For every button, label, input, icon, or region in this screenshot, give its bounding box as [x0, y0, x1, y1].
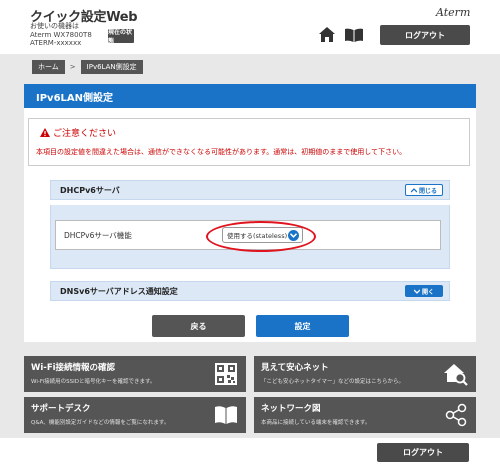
tile-wifi-info-subtitle: Wi-Fi接続用のSSIDと暗号化キーを確認できます。: [31, 379, 156, 385]
breadcrumb-current: IPv6LAN側設定: [80, 60, 143, 74]
close-section-label: 閉じる: [418, 187, 437, 195]
manual-book-icon[interactable]: [345, 28, 363, 42]
page-title: IPv6LAN側設定: [24, 84, 476, 108]
qr-code-icon: [215, 363, 237, 385]
tile-support-desk-subtitle: Q&A、機能別設定ガイドなどの情報をご覧になれます。: [31, 420, 170, 426]
caution-text: 本項目の設定値を間違えた場合は、通信ができなくなる可能性があります。通常は、初期…: [36, 148, 407, 156]
tile-wifi-info[interactable]: Wi-Fi接続情報の確認 Wi-Fi接続用のSSIDと暗号化キーを確認できます。: [24, 356, 246, 392]
header: クイック設定Web お使いの機器は Aterm WX7800T8 ATERM-x…: [0, 0, 500, 54]
section-dns-title: DNSv6サーバアドレス通知設定: [60, 286, 178, 296]
tile-network-map[interactable]: ネットワーク図 本商品に接続している端末を確認できます。: [254, 397, 476, 433]
section-dhcpv6-header: DHCPv6サーバ 閉じる: [50, 180, 450, 200]
device-info-name: ATERM-xxxxxx: [30, 39, 82, 47]
current-status-button[interactable]: 現在の状態: [108, 29, 134, 45]
tile-safety-net-title: 見えて安心ネット: [261, 363, 329, 373]
logout-button-top[interactable]: ログアウト: [380, 25, 470, 45]
caution-title: ご注意ください: [40, 126, 116, 139]
chevron-down-icon: [413, 289, 420, 294]
warning-icon: [40, 128, 50, 137]
caution-title-text: ご注意ください: [53, 129, 117, 139]
device-info-line1: お使いの機器は: [30, 22, 79, 30]
highlight-ring: [206, 221, 316, 252]
tile-wifi-info-title: Wi-Fi接続情報の確認: [31, 363, 116, 373]
breadcrumb-home[interactable]: ホーム: [32, 60, 65, 74]
device-info-model: Aterm WX7800T8: [30, 30, 92, 39]
breadcrumb-separator: >: [69, 63, 76, 71]
chevron-up-icon: [410, 187, 417, 192]
tile-network-map-subtitle: 本商品に接続している端末を確認できます。: [261, 420, 371, 426]
close-section-button[interactable]: 閉じる: [405, 184, 443, 196]
tile-safety-net-subtitle: 「こども安心ネットタイマー」などの設定はこちらから。: [261, 379, 405, 385]
logout-button-bottom[interactable]: ログアウト: [377, 443, 469, 462]
open-section-label: 開く: [421, 288, 434, 296]
open-section-button[interactable]: 開く: [405, 285, 443, 297]
tile-network-map-title: ネットワーク図: [261, 404, 321, 414]
book-icon: [215, 406, 237, 424]
tile-support-desk-title: サポートデスク: [31, 404, 91, 414]
back-button[interactable]: 戻る: [152, 315, 245, 337]
home-search-icon: [444, 364, 468, 386]
tile-support-desk[interactable]: サポートデスク Q&A、機能別設定ガイドなどの情報をご覧になれます。: [24, 397, 246, 433]
brand-logo: Aterm: [436, 6, 471, 19]
device-info: お使いの機器は Aterm WX7800T8 ATERM-xxxxxx: [30, 22, 92, 48]
dhcpv6-server-label: DHCPv6サーバ機能: [64, 230, 132, 240]
section-dns-header: DNSv6サーバアドレス通知設定 開く: [50, 281, 450, 301]
tile-safety-net[interactable]: 見えて安心ネット 「こども安心ネットタイマー」などの設定はこちらから。: [254, 356, 476, 392]
breadcrumb: ホーム > IPv6LAN側設定: [32, 60, 143, 74]
save-button[interactable]: 設定: [256, 315, 349, 337]
home-icon[interactable]: [319, 27, 335, 42]
section-dhcpv6-title: DHCPv6サーバ: [60, 185, 120, 195]
network-icon: [445, 403, 467, 427]
